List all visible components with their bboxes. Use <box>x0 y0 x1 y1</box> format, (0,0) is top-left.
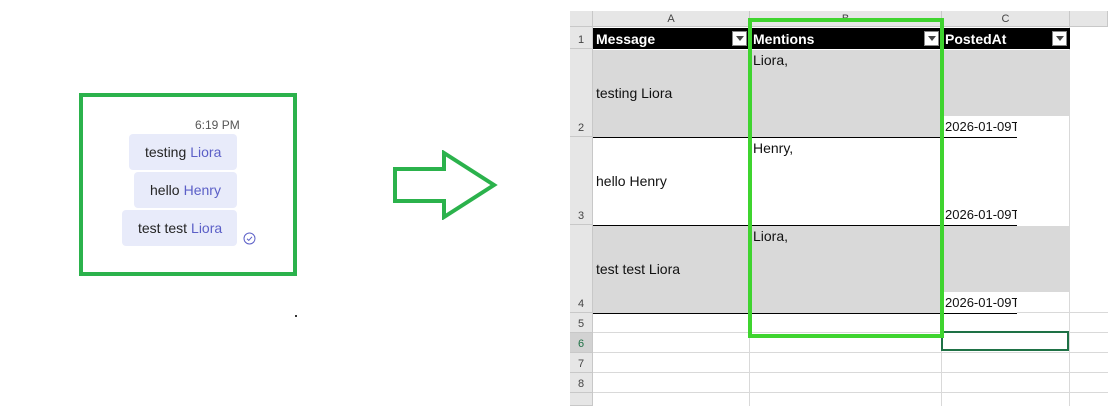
table-header-postedat[interactable]: PostedAt <box>942 28 1070 49</box>
mention-link[interactable]: Henry <box>184 182 221 198</box>
gridline <box>593 372 1108 373</box>
chat-message-2[interactable]: hello Henry <box>134 172 237 208</box>
row-number[interactable]: 3 <box>570 137 593 225</box>
message-text: testing <box>145 144 187 160</box>
table-header-message[interactable]: Message <box>593 28 750 49</box>
filter-dropdown-icon[interactable] <box>732 31 747 46</box>
cell-postedat[interactable]: 2026-01-09T <box>942 207 1017 225</box>
cell-mentions[interactable]: Liora, <box>750 226 942 313</box>
row-number[interactable]: 6 <box>570 333 593 353</box>
column-header-d[interactable] <box>1070 11 1108 27</box>
message-text: hello <box>150 182 180 198</box>
header-label: Mentions <box>753 30 815 47</box>
active-cell-c6[interactable] <box>941 331 1069 351</box>
column-header-c[interactable]: C <box>942 11 1070 27</box>
right-arrow-icon <box>393 150 498 220</box>
chat-message-3[interactable]: test test Liora <box>122 210 237 246</box>
row-number[interactable]: 5 <box>570 313 593 333</box>
cell-postedat-fill <box>942 50 1070 116</box>
message-text: test test <box>138 220 188 236</box>
cell-postedat[interactable]: 2026-01-09T <box>942 119 1017 137</box>
row-number[interactable]: 1 <box>570 27 593 49</box>
cell-message[interactable]: test test Liora <box>593 226 750 313</box>
cell-mentions[interactable]: Henry, <box>750 138 942 225</box>
header-label: Message <box>596 30 656 47</box>
gridline <box>593 352 1108 353</box>
select-all-corner[interactable] <box>570 11 593 27</box>
cell-message[interactable]: hello Henry <box>593 138 750 225</box>
cell-message[interactable]: testing Liora <box>593 50 750 137</box>
header-label: PostedAt <box>945 30 1007 47</box>
read-receipt-icon <box>243 232 256 245</box>
column-header-b[interactable]: B <box>750 11 942 27</box>
message-timestamp: 6:19 PM <box>195 118 240 132</box>
row-number[interactable]: 8 <box>570 373 593 393</box>
cell-postedat-fill <box>942 226 1070 292</box>
table-row-border <box>593 313 1017 314</box>
cell-postedat[interactable]: 2026-01-09T <box>942 295 1017 313</box>
chat-message-1[interactable]: testing Liora <box>129 134 237 170</box>
filter-dropdown-icon[interactable] <box>1052 31 1067 46</box>
row-number[interactable]: 7 <box>570 353 593 373</box>
column-header-a[interactable]: A <box>593 11 750 27</box>
cell-mentions[interactable]: Liora, <box>750 50 942 137</box>
row-number[interactable]: 4 <box>570 225 593 313</box>
row-number[interactable] <box>570 393 593 406</box>
mention-link[interactable]: Liora <box>191 220 222 236</box>
table-header-mentions[interactable]: Mentions <box>750 28 942 49</box>
filter-dropdown-icon[interactable] <box>924 31 939 46</box>
gridline <box>593 392 1108 393</box>
stray-dot <box>295 315 297 317</box>
mention-link[interactable]: Liora <box>190 144 221 160</box>
row-number[interactable]: 2 <box>570 49 593 137</box>
gridline <box>1017 312 1108 313</box>
